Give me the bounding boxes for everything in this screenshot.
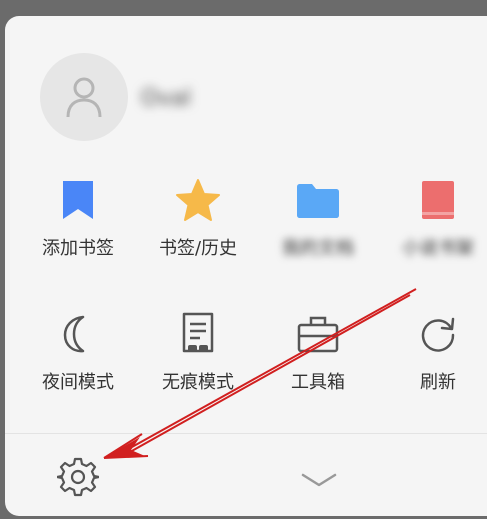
collapse-button[interactable]	[296, 468, 342, 492]
moon-icon	[63, 315, 85, 353]
bookmarks-history-button[interactable]: 书签/历史	[143, 176, 253, 260]
incognito-mode-label: 无痕模式	[162, 372, 234, 393]
bookmarks-history-label: 书签/历史	[158, 238, 238, 259]
incognito-icon	[182, 312, 214, 353]
folder-icon	[297, 184, 339, 218]
settings-button[interactable]	[55, 454, 101, 500]
username[interactable]: Oval	[141, 86, 191, 111]
documents-label: 我的文档	[282, 238, 354, 259]
add-bookmark-button[interactable]: 添加书签	[23, 176, 133, 260]
avatar[interactable]	[40, 53, 128, 141]
refresh-label: 刷新	[420, 372, 456, 393]
refresh-button[interactable]: 刷新	[383, 310, 487, 394]
add-bookmark-label: 添加书签	[42, 238, 114, 259]
divider	[5, 433, 487, 434]
novel-shelf-label: 小说书架	[402, 238, 474, 259]
toolbox-button[interactable]: 工具箱	[263, 310, 373, 394]
night-mode-label: 夜间模式	[42, 372, 114, 393]
toolbox-icon	[297, 316, 339, 353]
bookmark-icon	[63, 181, 93, 219]
documents-button[interactable]: 我的文档	[263, 176, 373, 260]
toolbox-label: 工具箱	[291, 372, 345, 393]
star-icon	[176, 179, 220, 221]
novel-shelf-button[interactable]: 小说书架	[383, 176, 487, 260]
user-icon	[66, 77, 102, 118]
chevron-down-icon	[301, 473, 337, 487]
incognito-mode-button[interactable]: 无痕模式	[143, 310, 253, 394]
book-icon	[422, 181, 454, 219]
menu-panel: Oval 添加书签 书签/历史 我的文档 小说书架 夜间模式 无痕模式 工具箱 …	[5, 16, 487, 516]
night-mode-button[interactable]: 夜间模式	[23, 310, 133, 394]
refresh-icon	[421, 317, 455, 352]
gear-icon	[57, 457, 99, 497]
